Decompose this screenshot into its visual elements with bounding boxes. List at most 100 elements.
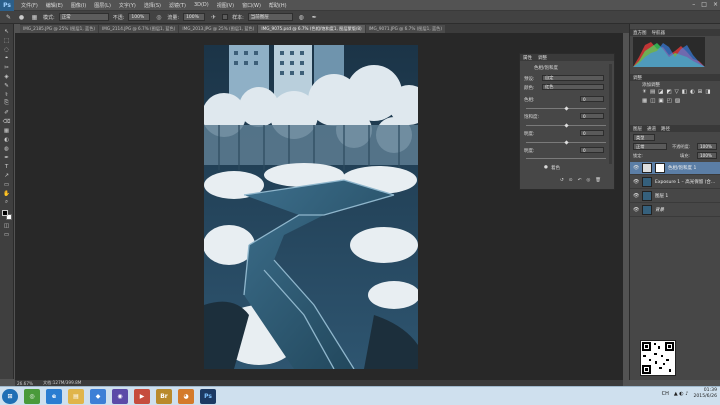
pressure-opacity-icon[interactable]: ◎ bbox=[154, 13, 163, 22]
channel-select[interactable]: 红色 bbox=[542, 84, 604, 90]
move-tool-icon[interactable]: ↖ bbox=[2, 28, 12, 35]
menu-file[interactable]: 文件(F) bbox=[21, 2, 38, 9]
menu-image[interactable]: 图像(I) bbox=[71, 2, 86, 9]
hand-tool-icon[interactable]: ✋ bbox=[2, 190, 12, 197]
hue-value[interactable]: 0 bbox=[580, 96, 604, 102]
tab-properties[interactable]: 属性 bbox=[523, 55, 532, 61]
vibrance-icon[interactable]: ▽ bbox=[675, 89, 679, 95]
exposure-icon[interactable]: ◩ bbox=[666, 89, 671, 95]
clip-to-layer-icon[interactable]: ↺ bbox=[560, 178, 564, 183]
eye-icon[interactable]: 👁 bbox=[633, 165, 639, 171]
menu-3d[interactable]: 3D(D) bbox=[194, 2, 209, 8]
brush-panel-icon[interactable]: ▦ bbox=[30, 13, 39, 22]
color-balance-icon[interactable]: ◐ bbox=[690, 89, 695, 95]
extra-slider[interactable] bbox=[526, 158, 606, 159]
tab-paths[interactable]: 路径 bbox=[661, 126, 670, 132]
layer-name[interactable]: 背景 bbox=[655, 207, 664, 213]
start-button[interactable]: ⊞ bbox=[2, 388, 18, 404]
quick-select-tool-icon[interactable]: ⌖ bbox=[2, 55, 12, 62]
type-tool-icon[interactable]: T bbox=[2, 163, 12, 170]
delete-icon[interactable]: 🗑 bbox=[595, 178, 601, 183]
bridge-icon[interactable]: Br bbox=[156, 388, 172, 404]
hue-saturation-icon[interactable]: ◧ bbox=[682, 89, 687, 95]
black-white-icon[interactable]: ⊞ bbox=[698, 89, 703, 95]
foreground-color-swatch[interactable] bbox=[1, 210, 8, 216]
brightness-contrast-icon[interactable]: ☀ bbox=[642, 89, 647, 95]
document-image[interactable] bbox=[204, 45, 418, 369]
layer-row[interactable]: 👁 背景 bbox=[630, 204, 720, 217]
document-tab[interactable]: IMG_2013.JPG @ 25% (图层1, 蓝色) bbox=[179, 25, 258, 33]
healing-tool-icon[interactable]: ✎ bbox=[2, 82, 12, 89]
clone-stamp-tool-icon[interactable]: ⎘ bbox=[2, 100, 12, 107]
ie-icon[interactable]: e bbox=[46, 388, 62, 404]
colorize-checkbox-icon[interactable]: ● bbox=[544, 165, 548, 170]
language-indicator[interactable]: CH bbox=[662, 391, 669, 397]
layer-mask-thumbnail[interactable] bbox=[655, 163, 665, 173]
mode-select[interactable]: 正常 bbox=[58, 13, 109, 21]
pressure-size-icon[interactable]: ✒ bbox=[310, 13, 319, 22]
visibility-icon[interactable]: ◎ bbox=[586, 178, 590, 183]
gradient-tool-icon[interactable]: ▦ bbox=[2, 127, 12, 134]
path-select-tool-icon[interactable]: ↗ bbox=[2, 172, 12, 179]
crop-tool-icon[interactable]: ✂ bbox=[2, 64, 12, 71]
layer-fill-field[interactable]: 100% bbox=[697, 152, 717, 159]
close-button[interactable]: × bbox=[713, 1, 718, 8]
color-swatches[interactable] bbox=[1, 210, 12, 220]
app-icon[interactable]: ▶ bbox=[134, 388, 150, 404]
menu-window[interactable]: 窗口(W) bbox=[242, 2, 261, 9]
tab-layers[interactable]: 图层 bbox=[633, 126, 642, 132]
view-previous-icon[interactable]: ⊙ bbox=[569, 178, 573, 183]
layer-kind-filter[interactable]: 类型 bbox=[633, 134, 655, 141]
chrome-icon[interactable]: ◎ bbox=[24, 388, 40, 404]
document-tab[interactable]: IMG_2114.JPG @ 6.7% (图层1, 蓝色) bbox=[99, 25, 179, 33]
threshold-icon[interactable]: ▨ bbox=[675, 98, 680, 104]
brush-tool-icon[interactable]: ⚕ bbox=[2, 91, 12, 98]
opacity-field[interactable]: 100% bbox=[128, 13, 151, 21]
levels-icon[interactable]: ▤ bbox=[650, 89, 655, 95]
menu-filter[interactable]: 滤镜(T) bbox=[169, 2, 186, 9]
brush-tool-icon[interactable]: ✎ bbox=[4, 13, 13, 22]
tab-channels[interactable]: 通道 bbox=[647, 126, 656, 132]
layer-name[interactable]: 图层 1 bbox=[655, 193, 668, 199]
eye-icon[interactable]: 👁 bbox=[633, 207, 639, 213]
app-icon[interactable]: ◕ bbox=[178, 388, 194, 404]
lightness-value[interactable]: 0 bbox=[580, 130, 604, 136]
brush-preset-icon[interactable]: ● bbox=[17, 13, 26, 22]
zoom-tool-icon[interactable]: ⌕ bbox=[2, 199, 12, 206]
photo-filter-icon[interactable]: ◨ bbox=[705, 89, 710, 95]
eyedropper-tool-icon[interactable]: ◈ bbox=[2, 73, 12, 80]
layer-row[interactable]: 👁 Exposure 1 – 高光保留 (合... bbox=[630, 176, 720, 189]
ignore-adjustment-icon[interactable]: ◍ bbox=[297, 13, 306, 22]
menu-help[interactable]: 帮助(H) bbox=[269, 2, 287, 9]
app-icon[interactable]: ◉ bbox=[112, 388, 128, 404]
tab-adjustments[interactable]: 调整 bbox=[538, 55, 547, 61]
maximize-button[interactable]: □ bbox=[701, 1, 707, 8]
layer-name[interactable]: Exposure 1 – 高光保留 (合... bbox=[655, 179, 715, 185]
saturation-value[interactable]: 0 bbox=[580, 113, 604, 119]
menu-type[interactable]: 文字(Y) bbox=[119, 2, 136, 9]
reset-icon[interactable]: ↶ bbox=[578, 178, 582, 183]
sample-select[interactable]: 当前图层 bbox=[247, 13, 293, 21]
tab-histogram[interactable]: 直方图 bbox=[633, 30, 647, 36]
document-tab[interactable]: IMG_2185.JPG @ 25% (图层1, 蓝色) bbox=[20, 25, 99, 33]
menu-edit[interactable]: 编辑(E) bbox=[46, 2, 63, 9]
document-tab-active[interactable]: IMG_9075.psd @ 6.7% (色相/饱和度1, 图层蒙版/8) bbox=[258, 25, 365, 33]
blend-mode-select[interactable]: 正常 bbox=[633, 143, 667, 150]
airbrush-icon[interactable]: ✈ bbox=[209, 13, 218, 22]
saturation-slider-thumb[interactable] bbox=[564, 123, 569, 128]
pen-tool-icon[interactable]: ✒ bbox=[2, 154, 12, 161]
layer-opacity-field[interactable]: 100% bbox=[697, 143, 717, 150]
zoom-level[interactable]: 26.67% bbox=[17, 381, 33, 386]
menu-layer[interactable]: 图层(L) bbox=[94, 2, 111, 9]
document-tab[interactable]: IMG_9071.JPG @ 6.7% (图层1, 蓝色) bbox=[365, 25, 445, 33]
minimize-button[interactable]: – bbox=[692, 1, 695, 8]
clock[interactable]: 01:39 2015/6/26 bbox=[693, 388, 717, 400]
posterize-icon[interactable]: ◰ bbox=[667, 98, 672, 104]
explorer-icon[interactable]: ▤ bbox=[68, 388, 84, 404]
eye-icon[interactable]: 👁 bbox=[633, 193, 639, 199]
photoshop-icon[interactable]: Ps bbox=[200, 388, 216, 404]
eye-icon[interactable]: 👁 bbox=[633, 179, 639, 185]
marquee-tool-icon[interactable]: ⬚ bbox=[2, 37, 12, 44]
quick-mask-icon[interactable]: ◫ bbox=[2, 222, 12, 229]
extra-value[interactable]: 0 bbox=[580, 147, 604, 153]
